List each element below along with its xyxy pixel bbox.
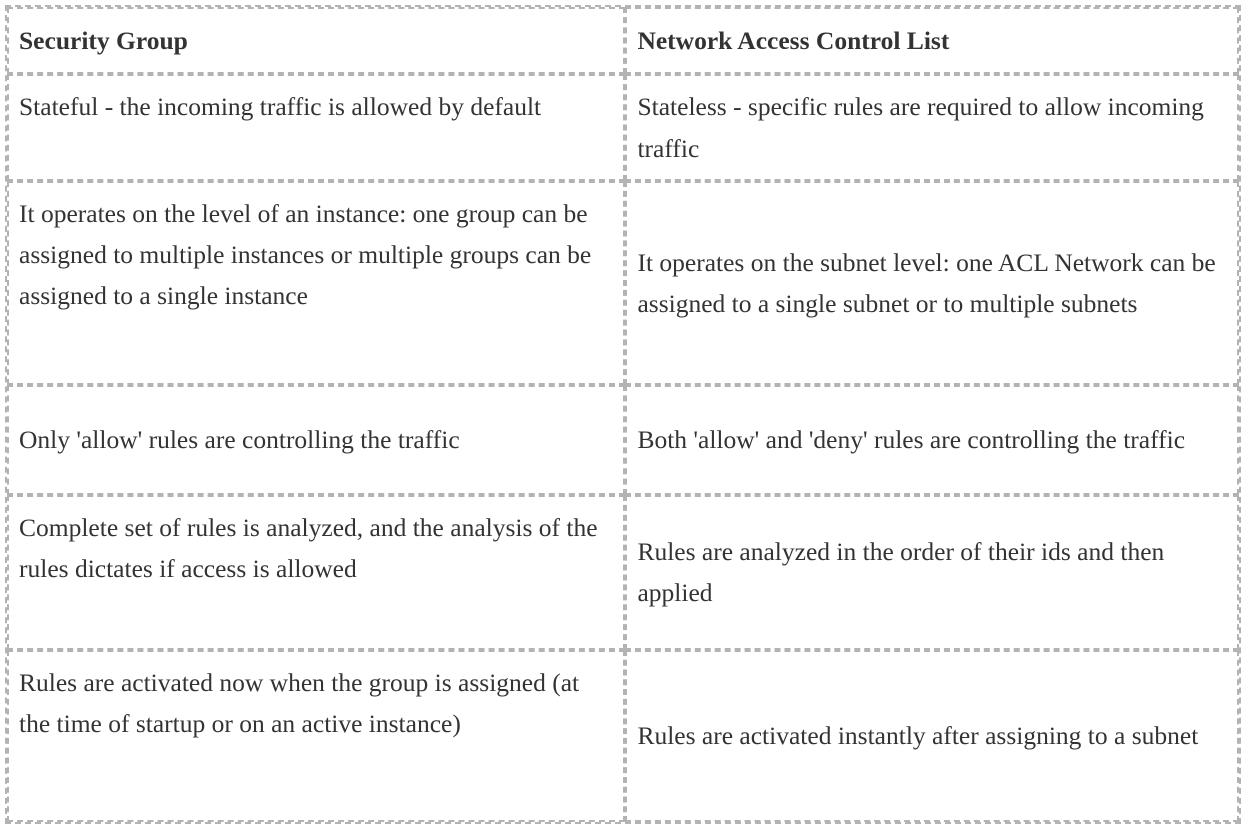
table-row: It operates on the level of an instance:… bbox=[7, 180, 1239, 385]
cell-security-group-1: It operates on the level of an instance:… bbox=[7, 180, 626, 385]
cell-network-acl-1: It operates on the subnet level: one ACL… bbox=[625, 180, 1239, 385]
cell-network-acl-2: Both 'allow' and 'deny' rules are contro… bbox=[625, 384, 1239, 495]
cell-network-acl-4: Rules are activated instantly after assi… bbox=[625, 649, 1239, 822]
document-page: Security Group Network Access Control Li… bbox=[0, 0, 1258, 824]
cell-security-group-2: Only 'allow' rules are controlling the t… bbox=[7, 384, 626, 495]
table-row: Complete set of rules is analyzed, and t… bbox=[7, 494, 1239, 650]
table-row: Only 'allow' rules are controlling the t… bbox=[7, 384, 1239, 495]
table-body: Stateful - the incoming traffic is allow… bbox=[7, 74, 1239, 822]
cell-security-group-0: Stateful - the incoming traffic is allow… bbox=[7, 74, 626, 181]
table-row: Stateful - the incoming traffic is allow… bbox=[7, 74, 1239, 181]
cell-network-acl-0: Stateless - specific rules are required … bbox=[625, 74, 1239, 181]
cell-network-acl-3: Rules are analyzed in the order of their… bbox=[625, 494, 1239, 650]
column-header-security-group: Security Group bbox=[7, 7, 626, 75]
cell-security-group-4: Rules are activated now when the group i… bbox=[7, 649, 626, 822]
cell-security-group-3: Complete set of rules is analyzed, and t… bbox=[7, 494, 626, 650]
table-header-row: Security Group Network Access Control Li… bbox=[7, 7, 1239, 75]
table-row: Rules are activated now when the group i… bbox=[7, 649, 1239, 822]
comparison-table: Security Group Network Access Control Li… bbox=[5, 5, 1241, 824]
column-header-network-acl: Network Access Control List bbox=[625, 7, 1239, 75]
table-header: Security Group Network Access Control Li… bbox=[7, 7, 1239, 75]
